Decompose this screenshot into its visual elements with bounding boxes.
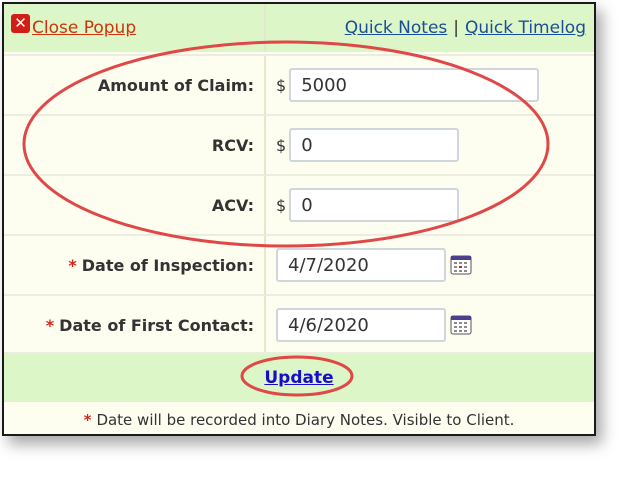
first-contact-date-input[interactable] <box>276 308 446 342</box>
quick-timelog-link[interactable]: Quick Timelog <box>465 18 586 38</box>
amount-label: Amount of Claim: <box>97 75 254 95</box>
amount-currency: $ <box>276 75 287 95</box>
update-row: Update <box>4 352 594 402</box>
acv-label: ACV: <box>211 195 254 215</box>
first-contact-row: * Date of First Contact: <box>4 294 594 354</box>
header-left: ✕ Close Popup <box>4 4 266 52</box>
footnote: * Date will be recorded into Diary Notes… <box>4 402 594 434</box>
note-text: Date will be recorded into Diary Notes. … <box>96 411 515 429</box>
acv-currency: $ <box>276 195 287 215</box>
inspection-label: Date of Inspection: <box>81 255 254 275</box>
claim-popup: ✕ Close Popup Quick Notes | Quick Timelo… <box>2 2 596 436</box>
rcv-label: RCV: <box>211 135 254 155</box>
note-marker: * <box>83 411 92 429</box>
close-popup-link[interactable]: Close Popup <box>32 18 136 38</box>
rcv-currency: $ <box>276 135 287 155</box>
rcv-input[interactable] <box>289 128 460 162</box>
calendar-icon[interactable] <box>450 315 472 335</box>
link-separator: | <box>453 18 459 38</box>
required-marker: * <box>45 315 55 335</box>
quick-notes-link[interactable]: Quick Notes <box>345 18 448 38</box>
close-x-icon[interactable]: ✕ <box>11 13 30 33</box>
inspection-row: * Date of Inspection: <box>4 234 594 294</box>
acv-row: ACV: $ <box>4 174 594 234</box>
rcv-row: RCV: $ <box>4 114 594 174</box>
popup-header: ✕ Close Popup Quick Notes | Quick Timelo… <box>4 4 594 52</box>
amount-row: Amount of Claim: $ <box>4 54 594 114</box>
amount-input[interactable] <box>289 68 540 102</box>
calendar-icon[interactable] <box>450 255 472 275</box>
acv-input[interactable] <box>289 188 460 222</box>
first-contact-label: Date of First Contact: <box>59 315 254 335</box>
required-marker: * <box>68 255 77 275</box>
header-right: Quick Notes | Quick Timelog <box>266 4 594 52</box>
update-button[interactable]: Update <box>264 368 333 388</box>
inspection-date-input[interactable] <box>276 248 446 282</box>
